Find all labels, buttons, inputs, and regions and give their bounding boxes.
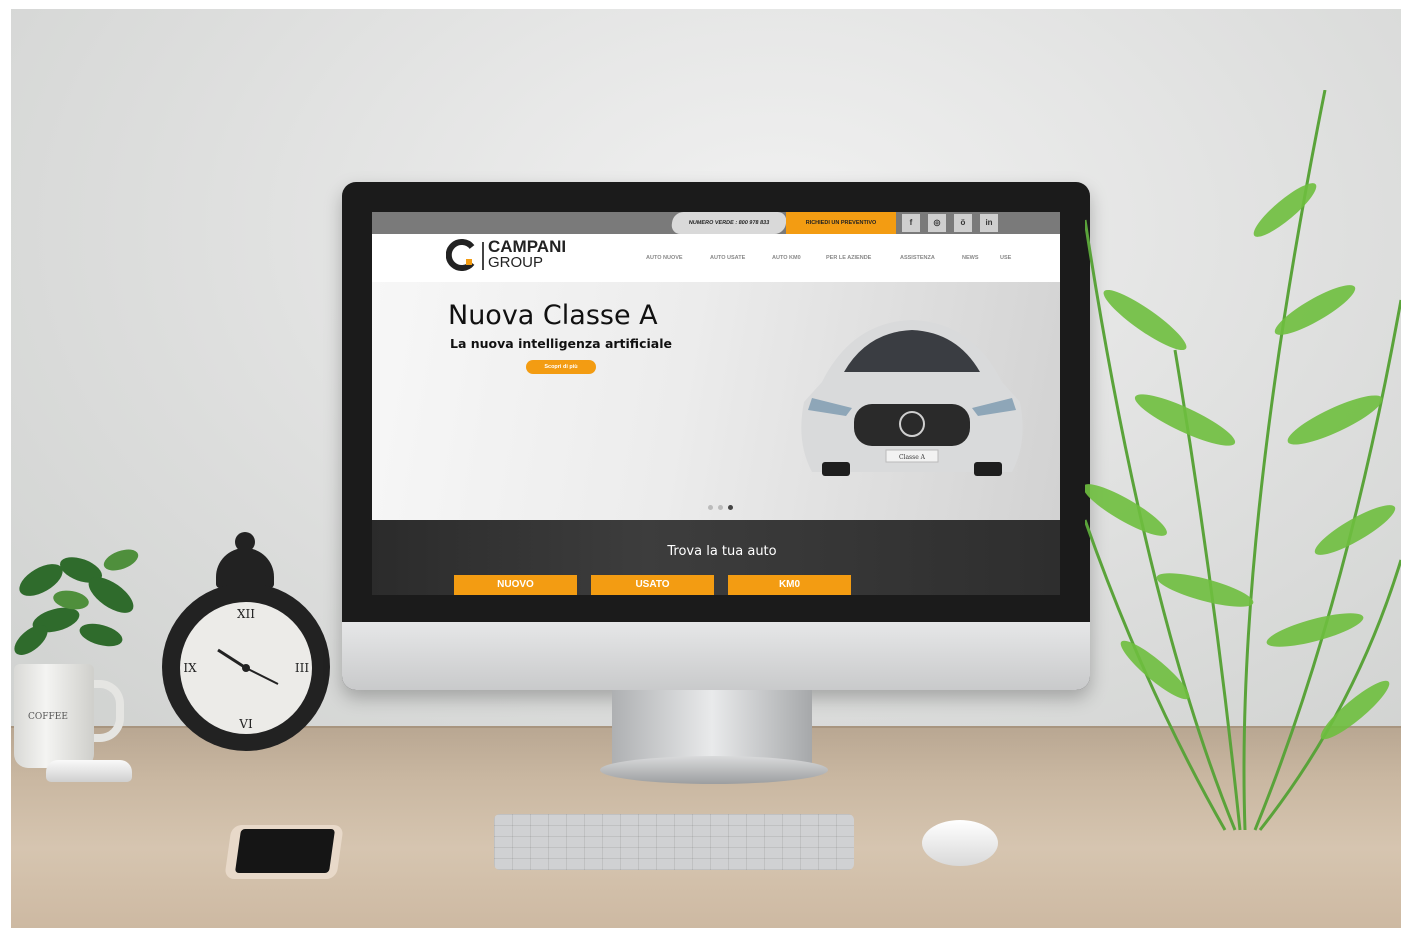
mouse <box>922 820 998 866</box>
km0-cars-button[interactable]: KM0 <box>728 575 851 595</box>
menu-item-auto-usate[interactable]: AUTO USATE <box>710 255 745 261</box>
menu-item-use[interactable]: USE <box>1000 255 1011 261</box>
small-plant <box>14 549 139 655</box>
toy-car <box>46 760 132 782</box>
slider-dot-2[interactable] <box>718 505 723 510</box>
slider-dot-3[interactable] <box>728 505 733 510</box>
menu-item-assistenza[interactable]: ASSISTENZA <box>900 255 935 261</box>
smartphone-screen <box>234 829 336 873</box>
facebook-icon[interactable]: f <box>902 214 920 232</box>
instagram-icon[interactable]: ◎ <box>928 214 946 232</box>
finder-title: Trova la tua auto <box>667 544 777 559</box>
fern-plant <box>1085 90 1401 831</box>
main-navbar: CAMPANI GROUP AUTO NUOVE AUTO USATE AUTO… <box>372 234 1060 282</box>
desk-scene: COFFEE XII VI IX III NUMERO VERDE : 800 97… <box>0 0 1401 928</box>
menu-item-auto-nuove[interactable]: AUTO NUOVE <box>646 255 683 261</box>
tripadvisor-icon[interactable]: ö <box>954 214 972 232</box>
top-bar: NUMERO VERDE : 800 978 833 RICHIEDI UN P… <box>372 212 1060 234</box>
hero-slider: Nuova Classe A La nuova intelligenza art… <box>372 282 1060 520</box>
toll-free-number: NUMERO VERDE : 800 978 833 <box>670 212 788 234</box>
monitor-stand <box>612 690 812 764</box>
used-cars-button[interactable]: USATO <box>591 575 714 595</box>
slider-dot-1[interactable] <box>708 505 713 510</box>
svg-text:XII: XII <box>237 607 255 621</box>
car-image[interactable]: Classe A <box>792 312 1032 487</box>
hero-cta-button[interactable]: Scopri di più <box>526 360 596 374</box>
svg-text:VI: VI <box>238 717 253 731</box>
new-cars-button[interactable]: NUOVO <box>454 575 577 595</box>
keyboard <box>494 814 854 870</box>
clock-face: XII VI IX III <box>180 602 312 734</box>
logo-c-icon <box>446 239 475 271</box>
logo-divider <box>482 242 484 270</box>
hero-title: Nuova Classe A <box>448 300 658 331</box>
menu-item-aziende[interactable]: PER LE AZIENDE <box>826 255 871 261</box>
monitor-stand-base <box>600 756 828 784</box>
menu-item-news[interactable]: NEWS <box>962 255 979 261</box>
logo-subtitle[interactable]: GROUP <box>488 254 543 271</box>
quote-request-button[interactable]: RICHIEDI UN PREVENTIVO <box>786 212 896 234</box>
svg-text:IX: IX <box>183 661 197 675</box>
website-screen: NUMERO VERDE : 800 978 833 RICHIEDI UN P… <box>372 212 1060 595</box>
monitor-chin <box>342 622 1090 690</box>
hero-subtitle: La nuova intelligenza artificiale <box>450 336 672 351</box>
car-finder-section: Trova la tua auto NUOVO USATO KM0 <box>372 520 1060 595</box>
svg-text:III: III <box>295 661 309 675</box>
menu-item-auto-km0[interactable]: AUTO KM0 <box>772 255 801 261</box>
linkedin-icon[interactable]: in <box>980 214 998 232</box>
mug-label: COFFEE <box>28 712 68 722</box>
license-plate: Classe A <box>899 454 926 461</box>
coffee-mug: COFFEE <box>14 664 94 768</box>
